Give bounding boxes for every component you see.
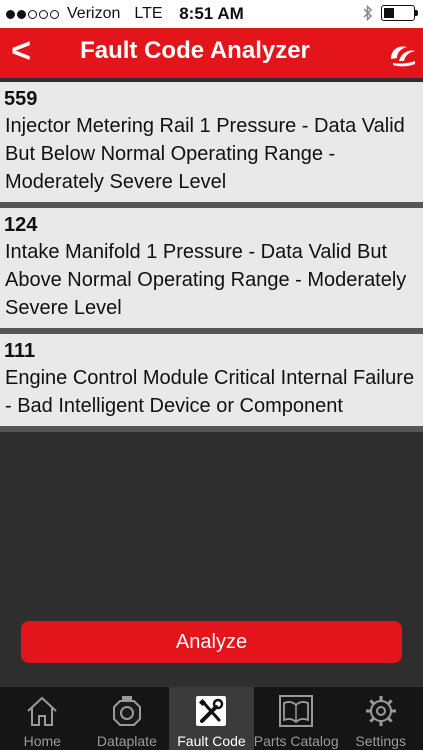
tab-fault-code[interactable]: Fault Code <box>169 687 254 750</box>
fault-description: Engine Control Module Critical Internal … <box>5 367 415 417</box>
gear-icon <box>365 696 396 726</box>
bluetooth-icon <box>363 4 373 22</box>
navigation-bar: < Fault Code Analyzer <box>0 28 423 78</box>
tab-parts-catalog[interactable]: Parts Catalog <box>254 687 339 750</box>
fault-item[interactable]: 124 Intake Manifold 1 Pressure - Data Va… <box>0 208 423 334</box>
cummins-logo-icon <box>385 37 419 71</box>
tab-label: Dataplate <box>96 733 157 749</box>
status-time: 8:51 AM <box>179 4 244 23</box>
fault-code-list: 559 Injector Metering Rail 1 Pressure - … <box>0 82 423 432</box>
tab-bar: Home Dataplate Fault Code Parts Catalog <box>0 686 423 750</box>
fault-description: Intake Manifold 1 Pressure - Data Valid … <box>5 241 407 319</box>
tab-label: Fault Code <box>177 733 246 749</box>
status-right <box>363 4 418 22</box>
tab-label: Home <box>23 733 61 749</box>
tab-settings[interactable]: Settings <box>338 687 423 750</box>
tab-home[interactable]: Home <box>0 687 85 750</box>
home-icon <box>27 696 57 726</box>
fault-code: 124 <box>4 214 38 236</box>
book-icon <box>279 695 314 727</box>
tab-label: Settings <box>355 733 406 749</box>
tab-dataplate[interactable]: Dataplate <box>85 687 170 750</box>
tab-label: Parts Catalog <box>253 733 339 749</box>
page-title: Fault Code Analyzer <box>80 37 310 64</box>
fault-code: 111 <box>4 340 36 362</box>
fault-item[interactable]: 111 Engine Control Module Critical Inter… <box>0 334 423 432</box>
battery-icon <box>381 5 418 21</box>
analyze-button[interactable]: Analyze <box>21 621 402 663</box>
engine-icon <box>112 696 141 726</box>
tools-icon <box>196 696 227 726</box>
fault-item[interactable]: 559 Injector Metering Rail 1 Pressure - … <box>0 82 423 208</box>
fault-description: Injector Metering Rail 1 Pressure - Data… <box>5 115 405 193</box>
fault-code: 559 <box>4 88 38 110</box>
status-bar: Verizon LTE 8:51 AM <box>0 0 423 28</box>
